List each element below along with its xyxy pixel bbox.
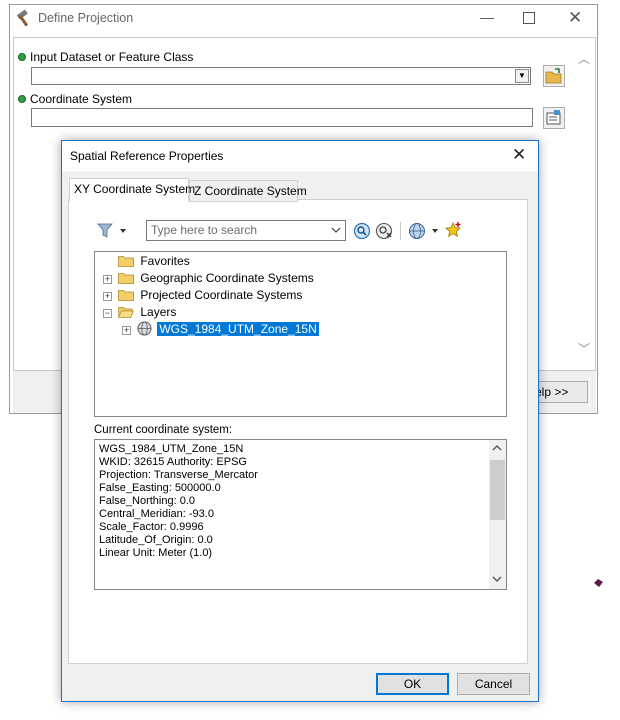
open-folder-icon (545, 68, 562, 84)
cs-line: False_Northing: 0.0 (99, 495, 195, 507)
folder-icon (118, 290, 134, 301)
tab-z-coordinate-system[interactable]: Z Coordinate System (189, 180, 307, 202)
tree-item-geographic[interactable]: Geographic Coordinate Systems (118, 270, 314, 287)
cs-line: WGS_1984_UTM_Zone_15N (99, 443, 244, 455)
tree-item-wgs84-utm15n[interactable]: WGS_1984_UTM_Zone_15N (137, 321, 319, 338)
cursor-icon (594, 579, 603, 587)
close-button[interactable]: ✕ (568, 8, 582, 28)
filter-dropdown-button[interactable] (97, 221, 129, 241)
add-to-favorites-icon[interactable] (444, 221, 462, 239)
hammer-icon (16, 9, 29, 27)
tree-item-label: Projected Coordinate Systems (140, 288, 303, 302)
expand-icon[interactable]: + (103, 292, 112, 301)
chevron-down-icon[interactable]: ▼ (515, 69, 529, 83)
scroll-up-icon[interactable]: ︿ (578, 50, 590, 67)
tree-item-favorites[interactable]: Favorites (118, 253, 190, 270)
scroll-down-icon[interactable]: ﹀ (578, 340, 590, 357)
search-icon[interactable] (353, 222, 371, 240)
scroll-down-icon[interactable] (491, 574, 503, 584)
cs-line: Latitude_Of_Origin: 0.0 (99, 534, 213, 546)
collapse-icon[interactable]: − (103, 309, 112, 318)
expand-icon[interactable]: + (103, 275, 112, 284)
tree-item-layers[interactable]: Layers (117, 304, 177, 321)
input-dataset-combobox[interactable] (31, 67, 531, 85)
ok-button[interactable]: OK (376, 673, 449, 695)
minimize-button[interactable]: — (480, 9, 494, 25)
cs-line: WKID: 32615 Authority: EPSG (99, 456, 247, 468)
selected-tree-item-label: WGS_1984_UTM_Zone_15N (157, 322, 319, 336)
current-coordinate-system-label: Current coordinate system: (94, 424, 233, 436)
coordinate-system-field[interactable] (31, 108, 533, 127)
required-indicator-icon (18, 95, 26, 103)
cs-line: Central_Meridian: -93.0 (99, 508, 214, 520)
cs-line: Projection: Transverse_Mercator (99, 469, 258, 481)
tree-item-label: Favorites (140, 254, 190, 268)
coordinate-details: WGS_1984_UTM_Zone_15N WKID: 32615 Author… (99, 443, 258, 560)
scrollbar-thumb[interactable] (490, 460, 505, 520)
coordinate-system-label: Coordinate System (30, 92, 133, 106)
tab-xy-coordinate-system[interactable]: XY Coordinate System (69, 178, 195, 201)
tree-item-label: Layers (140, 305, 177, 319)
search-input[interactable]: Type here to search (146, 220, 346, 241)
dialog-title: Spatial Reference Properties (70, 149, 224, 163)
filter-icon (97, 223, 126, 238)
cs-line: Linear Unit: Meter (1.0) (99, 547, 213, 559)
cancel-button[interactable]: Cancel (457, 673, 530, 695)
clear-search-icon[interactable] (375, 222, 393, 240)
open-folder-icon (117, 307, 135, 318)
required-indicator-icon (18, 53, 26, 61)
current-coordinate-system-box: WGS_1984_UTM_Zone_15N WKID: 32615 Author… (94, 439, 507, 590)
expand-icon[interactable]: + (122, 326, 131, 335)
toolbar-separator (400, 222, 401, 240)
cs-line: False_Easting: 500000.0 (99, 482, 221, 494)
globe-icon (137, 321, 152, 336)
chevron-svg (331, 227, 341, 233)
properties-icon (546, 110, 561, 125)
window-title: Define Projection (38, 11, 134, 25)
folder-icon (118, 256, 134, 267)
folder-icon (118, 273, 134, 284)
spatial-reference-button[interactable] (543, 107, 565, 129)
tree-item-projected[interactable]: Projected Coordinate Systems (118, 287, 302, 304)
globe-dropdown-icon[interactable] (408, 222, 440, 240)
scroll-up-icon[interactable] (491, 443, 503, 453)
close-icon[interactable]: ✕ (512, 145, 526, 165)
tree-item-label: Geographic Coordinate Systems (140, 271, 314, 285)
chevron-down-icon[interactable] (330, 222, 344, 238)
maximize-button[interactable] (523, 12, 535, 24)
browse-dataset-button[interactable] (543, 65, 565, 87)
input-dataset-label: Input Dataset or Feature Class (30, 50, 194, 64)
cs-line: Scale_Factor: 0.9996 (99, 521, 204, 533)
